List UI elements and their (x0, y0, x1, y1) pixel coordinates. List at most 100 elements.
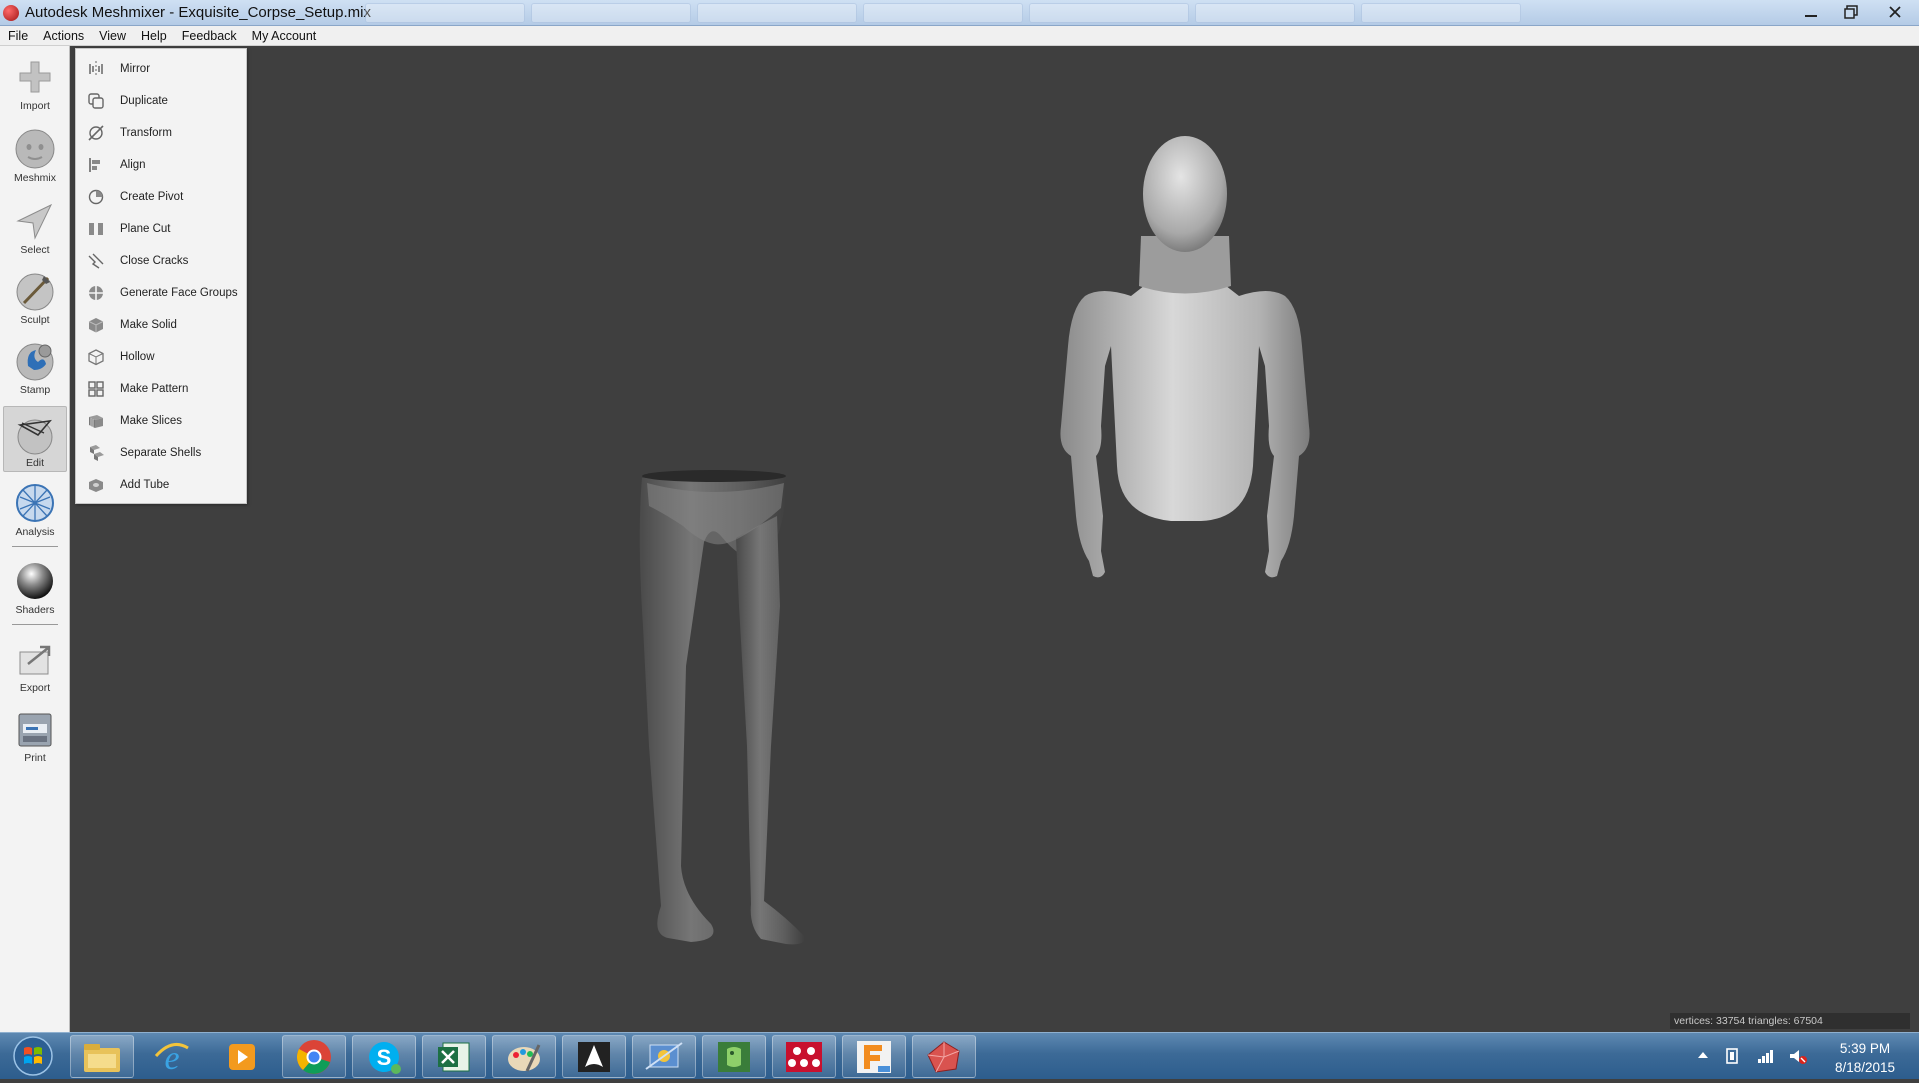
print-icon (18, 713, 52, 747)
legs-mesh[interactable] (639, 470, 805, 945)
background-tab[interactable] (1361, 3, 1521, 23)
start-button[interactable] (3, 1035, 63, 1078)
taskbar-clock[interactable]: 5:39 PM 8/18/2015 (1820, 1039, 1910, 1077)
menu-file[interactable]: File (0, 26, 35, 45)
background-window-tabs (365, 3, 1521, 23)
tool-meshmix[interactable]: Meshmix (3, 122, 67, 188)
internet-explorer-icon: e (154, 1040, 189, 1076)
taskbar-fusion-360[interactable] (842, 1035, 906, 1078)
toolbar-divider (12, 624, 58, 625)
system-tray (1696, 1047, 1808, 1065)
restore-icon (1844, 5, 1858, 19)
close-button[interactable] (1871, 0, 1919, 24)
background-tab[interactable] (697, 3, 857, 23)
menu-actions[interactable]: Actions (35, 26, 91, 45)
left-toolbar: Import Meshmix Select Sculpt Stamp Edit … (0, 46, 70, 1032)
taskbar-autodesk-app[interactable] (912, 1035, 976, 1078)
background-tab[interactable] (863, 3, 1023, 23)
minimize-button[interactable] (1791, 0, 1831, 24)
meshmix-icon (15, 129, 55, 169)
edit-make-solid[interactable]: Make Solid (76, 309, 246, 341)
edit-item-label: Mirror (120, 63, 151, 75)
edit-close-cracks[interactable]: Close Cracks (76, 245, 246, 277)
taskbar-network-app[interactable] (632, 1035, 696, 1078)
taskbar-chrome[interactable] (282, 1035, 346, 1078)
menu-help[interactable]: Help (133, 26, 174, 45)
taskbar-excel[interactable] (422, 1035, 486, 1078)
tray-expand-icon[interactable] (1696, 1047, 1710, 1063)
analysis-icon (16, 484, 54, 522)
taskbar-file-explorer[interactable] (70, 1035, 134, 1078)
edit-separate-shells[interactable]: Separate Shells (76, 437, 246, 469)
menu-view[interactable]: View (91, 26, 133, 45)
tool-export[interactable]: Export (3, 632, 67, 698)
torso-mesh[interactable] (1060, 136, 1310, 578)
close-cracks-icon (88, 253, 104, 269)
menu-my-account[interactable]: My Account (244, 26, 324, 45)
add-tube-icon (89, 479, 103, 492)
edit-item-label: Create Pivot (120, 191, 184, 203)
media-player-icon (229, 1043, 255, 1070)
edit-item-label: Make Pattern (120, 383, 189, 395)
pivot-icon (88, 189, 104, 205)
duplicate-icon (88, 93, 104, 109)
taskbar-meshmixer[interactable] (772, 1035, 836, 1078)
edit-align[interactable]: Align (76, 149, 246, 181)
edit-make-pattern[interactable]: Make Pattern (76, 373, 246, 405)
chrome-icon (296, 1039, 331, 1074)
edit-transform[interactable]: Transform (76, 117, 246, 149)
tool-stamp[interactable]: Stamp (3, 334, 67, 400)
meshmixer-icon (786, 1041, 822, 1072)
taskbar-internet-explorer[interactable]: e (140, 1035, 204, 1078)
windows-logo-icon (13, 1036, 53, 1076)
restore-button[interactable] (1831, 0, 1871, 24)
tool-import[interactable]: Import (3, 50, 67, 116)
background-tab[interactable] (1029, 3, 1189, 23)
title-bar: Autodesk Meshmixer - Exquisite_Corpse_Se… (0, 0, 1919, 26)
edit-hollow[interactable]: Hollow (76, 341, 246, 373)
action-center-icon[interactable] (1724, 1047, 1742, 1065)
tool-sculpt[interactable]: Sculpt (3, 264, 67, 330)
tool-select[interactable]: Select (3, 194, 67, 260)
taskbar-paint[interactable] (492, 1035, 556, 1078)
tool-analysis[interactable]: Analysis (3, 476, 67, 542)
edit-plane-cut[interactable]: Plane Cut (76, 213, 246, 245)
edit-add-tube[interactable]: Add Tube (76, 469, 246, 501)
transform-icon (88, 125, 104, 141)
minimize-icon (1805, 15, 1817, 17)
file-explorer-icon (84, 1043, 120, 1072)
make-slices-icon (89, 415, 103, 428)
volume-muted-icon[interactable] (1788, 1047, 1808, 1065)
tool-edit[interactable]: Edit (3, 406, 67, 472)
background-tab[interactable] (1195, 3, 1355, 23)
edit-create-pivot[interactable]: Create Pivot (76, 181, 246, 213)
edit-generate-face-groups[interactable]: Generate Face Groups (76, 277, 246, 309)
edit-item-label: Make Solid (120, 319, 177, 331)
taskbar-media-player[interactable] (210, 1035, 274, 1078)
tool-label: Sculpt (20, 314, 50, 326)
3d-viewport[interactable] (71, 46, 1919, 1032)
edit-duplicate[interactable]: Duplicate (76, 85, 246, 117)
windows-taskbar: e S 5:39 PM 8/18/2015 (0, 1032, 1919, 1079)
tool-label: Shaders (15, 604, 55, 616)
close-icon (1889, 6, 1901, 18)
mirror-icon (89, 61, 103, 77)
tool-print[interactable]: Print (3, 702, 67, 768)
menu-feedback[interactable]: Feedback (174, 26, 244, 45)
edit-make-slices[interactable]: Make Slices (76, 405, 246, 437)
tool-shaders[interactable]: Shaders (3, 554, 67, 620)
edit-item-label: Hollow (120, 351, 155, 363)
taskbar-skype[interactable]: S (352, 1035, 416, 1078)
tool-label: Analysis (15, 526, 55, 538)
edit-item-label: Generate Face Groups (120, 287, 238, 299)
edit-mirror[interactable]: Mirror (76, 53, 246, 85)
autodesk-app-icon (927, 1040, 960, 1073)
background-tab[interactable] (531, 3, 691, 23)
taskbar-inkscape[interactable] (562, 1035, 626, 1078)
taskbar-evernote[interactable] (702, 1035, 766, 1078)
background-tab[interactable] (365, 3, 525, 23)
edit-item-label: Separate Shells (120, 447, 202, 459)
edit-menu-panel: Mirror Duplicate Transform Align Create … (75, 48, 247, 504)
network-icon[interactable] (1756, 1047, 1774, 1065)
network-app-icon (645, 1041, 683, 1070)
